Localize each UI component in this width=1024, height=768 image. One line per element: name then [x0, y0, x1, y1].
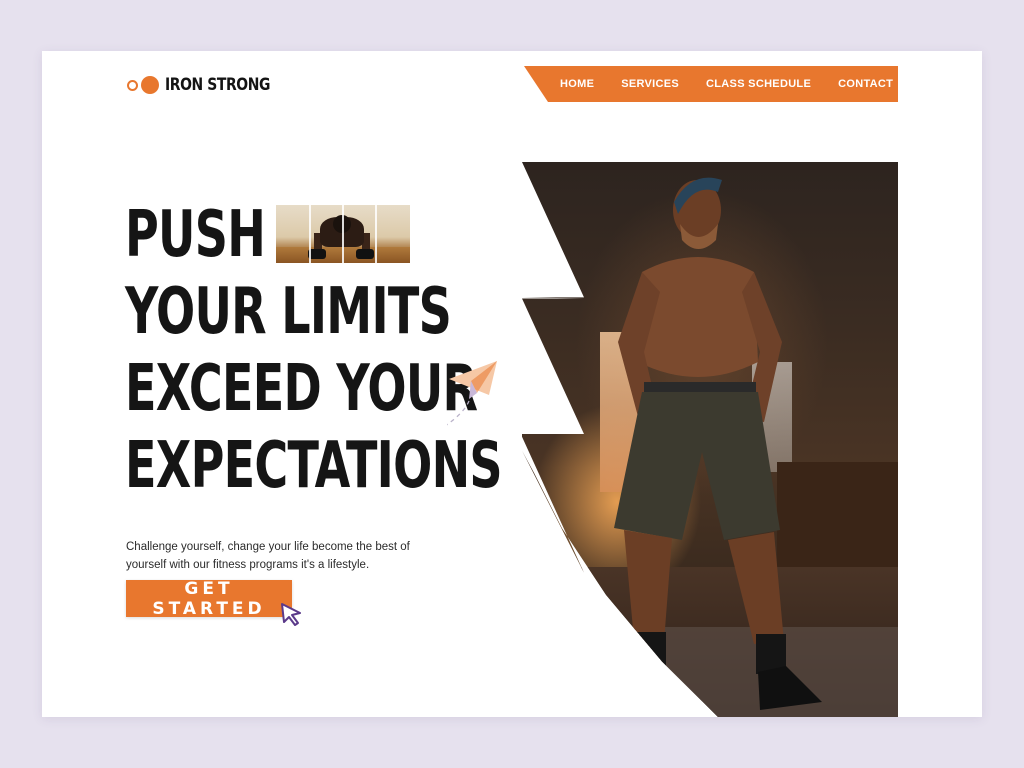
landing-page: IRON STRONG HOME SERVICES CLASS SCHEDULE… — [42, 51, 982, 717]
paper-plane-icon — [447, 361, 497, 426]
hero-subtitle: Challenge yourself, change your life bec… — [126, 540, 410, 571]
headline-line-3: EXCEED YOUR — [125, 352, 478, 426]
headline-line-2: YOUR LIMITS — [125, 275, 452, 349]
brand-logo[interactable]: IRON STRONG — [127, 74, 293, 96]
athlete-figure — [614, 177, 822, 710]
brand-name: IRON STRONG — [165, 75, 271, 95]
main-nav: HOME SERVICES CLASS SCHEDULE CONTACT — [524, 66, 898, 102]
pushup-thumbnail-image — [276, 205, 410, 263]
nav-class-schedule[interactable]: CLASS SCHEDULE — [706, 78, 811, 90]
nav-home[interactable]: HOME — [560, 78, 594, 90]
get-started-button[interactable]: GET STARTED — [126, 579, 292, 619]
logo-icon — [127, 75, 161, 95]
cursor-pointer-icon — [281, 603, 301, 626]
nav-services[interactable]: SERVICES — [621, 78, 679, 90]
nav-contact[interactable]: CONTACT — [838, 78, 893, 90]
headline-line-4: EXPECTATIONS — [125, 429, 503, 503]
hero-athlete-photo — [522, 162, 898, 717]
